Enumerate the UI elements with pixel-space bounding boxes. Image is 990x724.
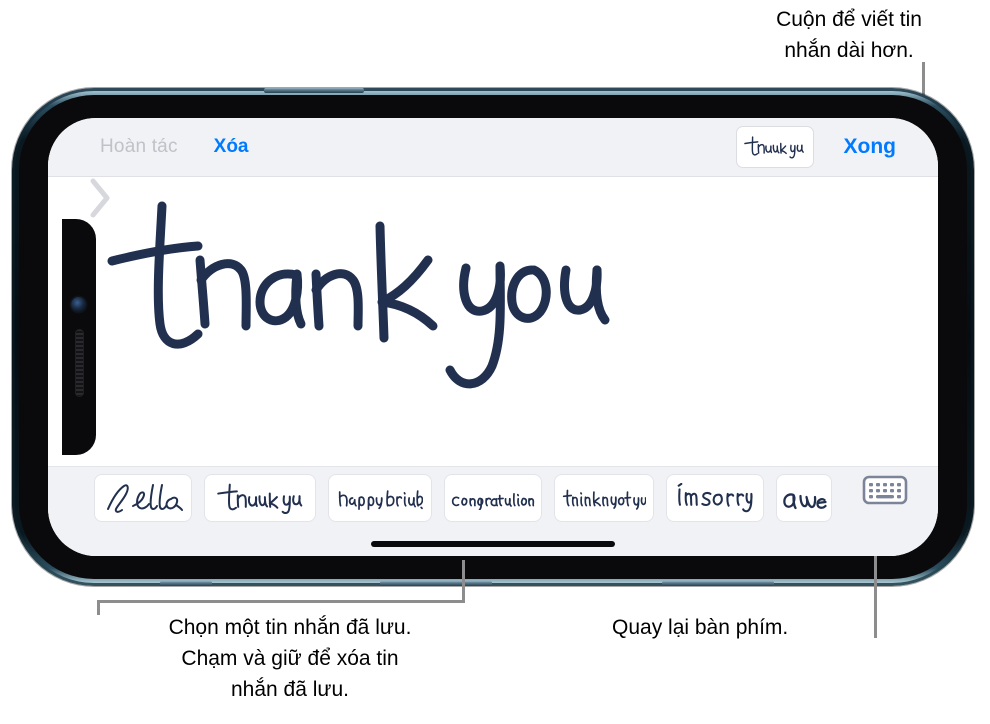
snippet-im-sorry-icon [677,483,753,513]
snippet-thank-you-icon [217,483,303,514]
callout-saved-messages-text: Chọn một tin nhắn đã lưu. Chạm và giữ để… [168,616,412,701]
saved-messages-scroll[interactable] [48,474,842,522]
front-camera-icon [71,297,86,312]
callout-scroll-text: Cuộn để viết tin nhắn dài hơn. [776,8,922,62]
saved-message-item[interactable] [328,474,432,522]
toolbar: Hoàn tác Xóa Xong [48,118,938,177]
snippet-thinking-of-you-icon [562,489,646,510]
message-preview-chip[interactable] [735,126,814,168]
home-indicator[interactable] [371,541,615,547]
preview-handwriting-icon [743,136,804,159]
hardware-button-volume-down[interactable] [662,581,774,586]
clear-button[interactable]: Xóa [214,136,249,158]
callout-keyboard-text: Quay lại bàn phím. [612,616,789,639]
done-button[interactable]: Xong [844,135,897,159]
saved-message-item[interactable] [94,474,192,522]
saved-message-item[interactable] [444,474,542,522]
hardware-button-mute[interactable] [160,581,212,586]
leader-bracket-saved-horizontal [97,600,465,603]
saved-message-item[interactable] [554,474,654,522]
notch [62,219,96,455]
snippet-congratulations-icon [451,492,535,510]
handwriting-thank-you [107,201,610,389]
saved-message-item[interactable] [666,474,764,522]
snippet-hello-icon [107,484,183,513]
hardware-button-volume-up[interactable] [380,581,492,586]
leader-line-saved-stem [462,560,465,602]
undo-button[interactable]: Hoàn tác [100,136,178,158]
keyboard-icon [862,475,908,505]
device-screen: Hoàn tác Xóa Xong [48,118,938,556]
hardware-button-top[interactable] [264,88,364,93]
keyboard-button[interactable] [856,474,914,506]
saved-message-item[interactable] [776,474,832,522]
saved-message-item[interactable] [204,474,316,522]
handwriting-canvas[interactable] [48,176,938,474]
snippet-awe-icon [783,493,827,510]
earpiece-speaker-icon [75,329,84,397]
chevron-right-icon[interactable] [88,177,112,219]
iphone-device: Hoàn tác Xóa Xong [12,88,974,586]
snippet-happy-birthday-icon [338,490,423,510]
